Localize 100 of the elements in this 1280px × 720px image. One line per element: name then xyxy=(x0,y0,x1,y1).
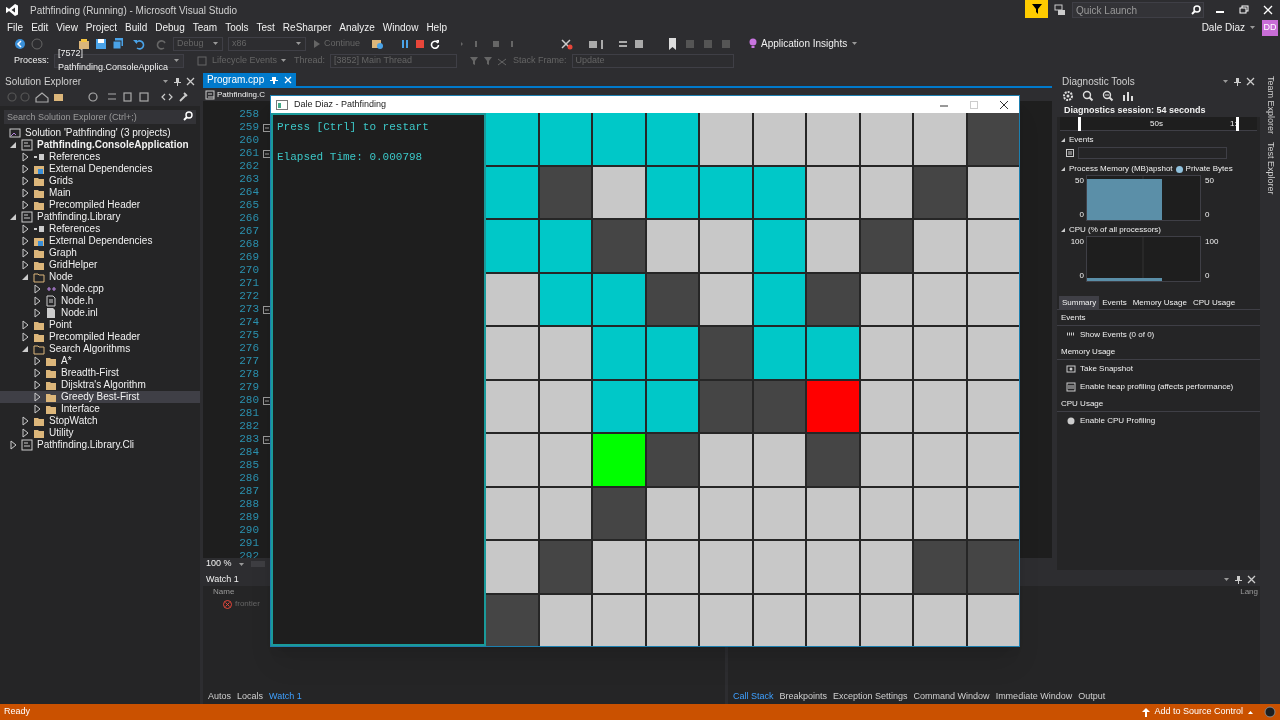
tab[interactable]: Exception Settings xyxy=(830,690,911,704)
tree-item[interactable]: Pathfinding.ConsoleApplication xyxy=(0,139,200,151)
tab[interactable]: Command Window xyxy=(910,690,993,704)
expand-arrow-icon[interactable] xyxy=(33,392,41,402)
tab[interactable]: Call Stack xyxy=(730,690,777,704)
menu-item[interactable]: Tools xyxy=(221,20,253,35)
tree-item[interactable]: Node.cpp xyxy=(0,283,200,295)
collapse-arrow-icon[interactable] xyxy=(1060,166,1066,172)
expand-arrow-icon[interactable] xyxy=(21,248,29,258)
summary-link[interactable]: Enable CPU Profiling xyxy=(1057,412,1260,430)
menu-item[interactable]: Debug xyxy=(151,20,189,35)
zoom-out-icon[interactable] xyxy=(1102,90,1114,102)
menu-item[interactable]: Window xyxy=(378,20,423,35)
back-icon[interactable] xyxy=(14,37,26,50)
expand-arrow-icon[interactable] xyxy=(33,308,41,318)
tab[interactable]: Memory Usage xyxy=(1129,295,1190,310)
expand-arrow-icon[interactable] xyxy=(9,440,17,450)
menu-item[interactable]: ReSharper xyxy=(278,20,336,35)
tree-item[interactable]: Breadth-First xyxy=(0,367,200,379)
stop-icon[interactable] xyxy=(415,38,426,49)
thread-filter-icons[interactable] xyxy=(468,55,509,66)
save-all-icon[interactable] xyxy=(112,37,124,50)
collapse-arrow-icon[interactable] xyxy=(9,140,17,150)
tree-item[interactable]: A* xyxy=(0,355,200,367)
editor-tab[interactable]: Program.cpp xyxy=(203,73,297,86)
pause-icon[interactable] xyxy=(1066,149,1074,157)
redo-icon[interactable] xyxy=(156,37,168,50)
pin-icon[interactable] xyxy=(270,75,279,84)
expand-arrow-icon[interactable] xyxy=(33,296,41,306)
restore-icon[interactable] xyxy=(1238,5,1250,15)
menu-item[interactable]: Project xyxy=(81,20,121,35)
collapse-arrow-icon[interactable] xyxy=(1060,227,1066,233)
dropdown-arrow-icon[interactable] xyxy=(162,77,169,85)
pause-icon[interactable] xyxy=(400,38,411,49)
collapse-arrow-icon[interactable] xyxy=(9,212,17,222)
feedback-button[interactable] xyxy=(1025,0,1048,18)
pin-icon[interactable] xyxy=(1234,575,1243,584)
side-tab[interactable]: Team Explorer xyxy=(1263,76,1277,135)
notification-icon[interactable] xyxy=(1264,706,1276,718)
search-field[interactable]: Search Solution Explorer (Ctrl+;) xyxy=(4,110,196,124)
expand-arrow-icon[interactable] xyxy=(21,236,29,246)
tree-item[interactable]: Node.inl xyxy=(0,307,200,319)
menu-item[interactable]: Analyze xyxy=(335,20,379,35)
account-name[interactable]: Dale Diaz xyxy=(1201,20,1245,35)
menu-item[interactable]: Help xyxy=(422,20,451,35)
process-icon[interactable] xyxy=(371,37,386,50)
expand-arrow-icon[interactable] xyxy=(33,404,41,414)
summary-link[interactable]: Enable heap profiling (affects performance) xyxy=(1057,378,1260,396)
timeline-ruler[interactable]: 50s 1: xyxy=(1060,117,1257,131)
collapse-arrow-icon[interactable] xyxy=(21,272,29,282)
collapse-arrow-icon[interactable] xyxy=(1060,137,1066,143)
tree-item[interactable]: References xyxy=(0,223,200,235)
code-tools-icons[interactable] xyxy=(160,91,190,103)
tree-item[interactable]: GridHelper xyxy=(0,259,200,271)
tab[interactable]: Summary xyxy=(1059,295,1100,310)
close-icon[interactable] xyxy=(999,99,1009,110)
summary-link[interactable]: Show Events (0 of 0) xyxy=(1057,326,1260,344)
save-icon[interactable] xyxy=(95,37,107,50)
expand-arrow-icon[interactable] xyxy=(21,260,29,270)
search-icon[interactable] xyxy=(1191,5,1201,15)
expand-arrow-icon[interactable] xyxy=(21,176,29,186)
source-control-button[interactable]: Add to Source Control xyxy=(1142,705,1254,719)
tab[interactable]: Breakpoints xyxy=(776,690,831,704)
tree-item[interactable]: Precompiled Header xyxy=(0,199,200,211)
expand-arrow-icon[interactable] xyxy=(21,332,29,342)
bar-chart-icon[interactable] xyxy=(1122,90,1134,102)
tree-item[interactable]: Grids xyxy=(0,175,200,187)
expand-arrow-icon[interactable] xyxy=(33,368,41,378)
menu-item[interactable]: View xyxy=(52,20,82,35)
tree-item[interactable]: Utility xyxy=(0,427,200,439)
tree-item[interactable]: References xyxy=(0,151,200,163)
side-tab[interactable]: Test Explorer xyxy=(1263,142,1277,195)
summary-link[interactable]: Take Snapshot xyxy=(1057,360,1260,378)
pin-icon[interactable] xyxy=(173,76,182,86)
tab[interactable]: Output xyxy=(1075,690,1109,704)
expand-arrow-icon[interactable] xyxy=(21,188,29,198)
tree-item[interactable]: Solution 'Pathfinding' (3 projects) xyxy=(0,127,200,139)
expand-arrow-icon[interactable] xyxy=(21,428,29,438)
tab[interactable]: Immediate Window xyxy=(992,690,1076,704)
open-folder-icon[interactable] xyxy=(78,37,90,50)
tree-item[interactable]: Pathfinding.Library.Cli xyxy=(0,439,200,451)
tab[interactable]: Events xyxy=(1099,295,1130,310)
collapse-arrow-icon[interactable] xyxy=(21,344,29,354)
tree-item[interactable]: Precompiled Header xyxy=(0,331,200,343)
menu-item[interactable]: Edit xyxy=(27,20,53,35)
expand-arrow-icon[interactable] xyxy=(33,380,41,390)
expand-arrow-icon[interactable] xyxy=(21,320,29,330)
menu-item[interactable]: Team xyxy=(188,20,222,35)
tree-item[interactable]: External Dependencies xyxy=(0,163,200,175)
pin-icon[interactable] xyxy=(1233,76,1242,86)
tree-item[interactable]: Dijsktra's Algorithm xyxy=(0,379,200,391)
menu-item[interactable]: Test xyxy=(252,20,279,35)
tree-item[interactable]: Node xyxy=(0,271,200,283)
notifications-icon[interactable] xyxy=(1054,4,1066,16)
expand-arrow-icon[interactable] xyxy=(21,416,29,426)
tree-item[interactable]: StopWatch xyxy=(0,415,200,427)
menu-item[interactable]: Build xyxy=(121,20,152,35)
tree-item[interactable]: External Dependencies xyxy=(0,235,200,247)
expand-arrow-icon[interactable] xyxy=(21,164,29,174)
project-dropdown[interactable]: Pathfinding.C xyxy=(205,88,266,101)
